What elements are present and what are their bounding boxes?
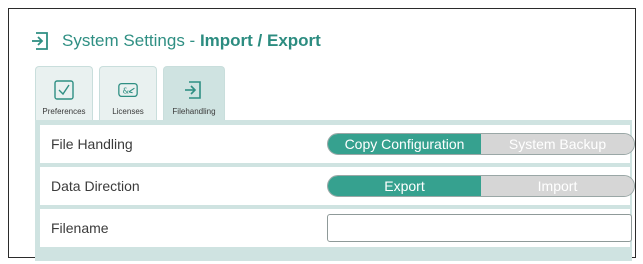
data-direction-toggle: Export Import xyxy=(327,175,635,197)
checkbox-icon xyxy=(53,80,75,100)
tab-label: Filehandling xyxy=(172,107,216,116)
copy-configuration-option[interactable]: Copy Configuration xyxy=(328,134,481,154)
import-option[interactable]: Import xyxy=(481,176,634,196)
filename-row: Filename xyxy=(40,209,632,247)
page-title: System Settings - Import / Export xyxy=(62,31,321,51)
filename-label: Filename xyxy=(51,220,109,236)
data-direction-label: Data Direction xyxy=(51,178,140,194)
tab-preferences[interactable]: Preferences xyxy=(35,66,93,120)
file-handling-label: File Handling xyxy=(51,136,133,152)
system-backup-option[interactable]: System Backup xyxy=(481,134,634,154)
svg-text:&: & xyxy=(123,86,130,96)
file-handling-toggle: Copy Configuration System Backup xyxy=(327,133,635,155)
tab-filehandling[interactable]: Filehandling xyxy=(163,66,225,120)
tab-label: Licenses xyxy=(112,107,144,116)
page-header: System Settings - Import / Export xyxy=(30,29,321,53)
tab-label: Preferences xyxy=(42,107,86,116)
tab-bar: Preferences & Licenses Filehandling xyxy=(35,66,225,120)
export-option[interactable]: Export xyxy=(328,176,481,196)
settings-panel: System Settings - Import / Export Prefer… xyxy=(8,8,636,261)
license-icon: & xyxy=(117,80,139,100)
data-direction-row: Data Direction Export Import xyxy=(40,167,635,205)
title-prefix: System Settings xyxy=(62,31,185,50)
file-handling-row: File Handling Copy Configuration System … xyxy=(40,125,635,163)
title-separator: - xyxy=(184,31,200,50)
tab-licenses[interactable]: & Licenses xyxy=(99,66,157,120)
filehandling-content: File Handling Copy Configuration System … xyxy=(35,120,635,261)
import-icon xyxy=(183,80,205,100)
title-section: Import / Export xyxy=(199,31,321,50)
filename-input[interactable] xyxy=(327,214,632,242)
import-icon xyxy=(30,31,50,51)
